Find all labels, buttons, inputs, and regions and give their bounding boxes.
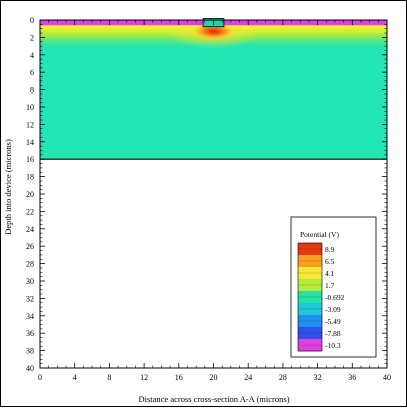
y-tick-label: 20 — [26, 190, 34, 199]
y-tick-label: 30 — [26, 277, 34, 286]
legend-label: -0.692 — [325, 293, 345, 302]
y-tick-label: 6 — [30, 68, 34, 77]
x-tick-label: 16 — [175, 373, 183, 382]
y-tick-label: 26 — [26, 242, 34, 251]
y-tick-label: 4 — [30, 51, 34, 60]
x-tick-label: 20 — [210, 373, 218, 382]
y-tick-label: 14 — [26, 138, 34, 147]
potential-field — [40, 18, 387, 160]
plot-frame: 0 4 8 12 16 20 24 28 32 36 40 0 2 4 6 8 10 12 14 16 18 20 22 24… — [0, 0, 407, 407]
y-tick-label: 22 — [26, 207, 34, 216]
legend-label: 8.9 — [325, 245, 335, 254]
y-tick-label: 12 — [26, 120, 34, 129]
x-axis-label: Distance across cross-section A-A (micro… — [138, 394, 289, 404]
legend-label: 4.1 — [325, 269, 335, 278]
x-tick-label: 8 — [107, 373, 111, 382]
y-tick-label: 34 — [26, 312, 34, 321]
y-tick-label: 28 — [26, 260, 34, 269]
x-tick-label: 28 — [279, 373, 287, 382]
y-tick-label: 0 — [30, 16, 34, 25]
legend: Potential (V) 8.9 6.5 4.1 1.7 -0.692 -3.09 -5.… — [290, 216, 377, 358]
y-tick-label: 2 — [30, 33, 34, 42]
potential-heatmap-chart: 0 4 8 12 16 20 24 28 32 36 40024681012141618202224… — [3, 16, 391, 404]
x-tick-label: 36 — [348, 373, 356, 382]
y-tick-label: 24 — [26, 225, 34, 234]
legend-label: -7.88 — [325, 329, 341, 338]
legend-label: -3.09 — [325, 305, 341, 314]
y-tick-label: 18 — [26, 173, 34, 182]
y-tick-label: 16 — [26, 155, 34, 164]
legend-label: 6.5 — [325, 257, 335, 266]
legend-label: 1.7 — [325, 281, 335, 290]
legend-title: Potential (V) — [300, 230, 339, 239]
y-tick-label: 38 — [26, 347, 34, 356]
y-tick-label: 8 — [30, 86, 34, 95]
legend-label: -5.49 — [325, 317, 341, 326]
x-tick-label: 4 — [73, 373, 77, 382]
x-tick-label: 12 — [140, 373, 148, 382]
x-tick-label: 24 — [244, 373, 252, 382]
y-axis-label: Depth into device (microns) — [3, 139, 13, 235]
y-tick-label: 10 — [26, 103, 34, 112]
x-tick-label: 40 — [383, 373, 391, 382]
y-tick-label: 40 — [26, 364, 34, 373]
x-tick-label: 0 — [38, 373, 42, 382]
legend-label: -10.3 — [325, 341, 341, 350]
x-tick-label: 32 — [314, 373, 322, 382]
y-tick-label: 36 — [26, 329, 34, 338]
y-tick-label: 32 — [26, 294, 34, 303]
